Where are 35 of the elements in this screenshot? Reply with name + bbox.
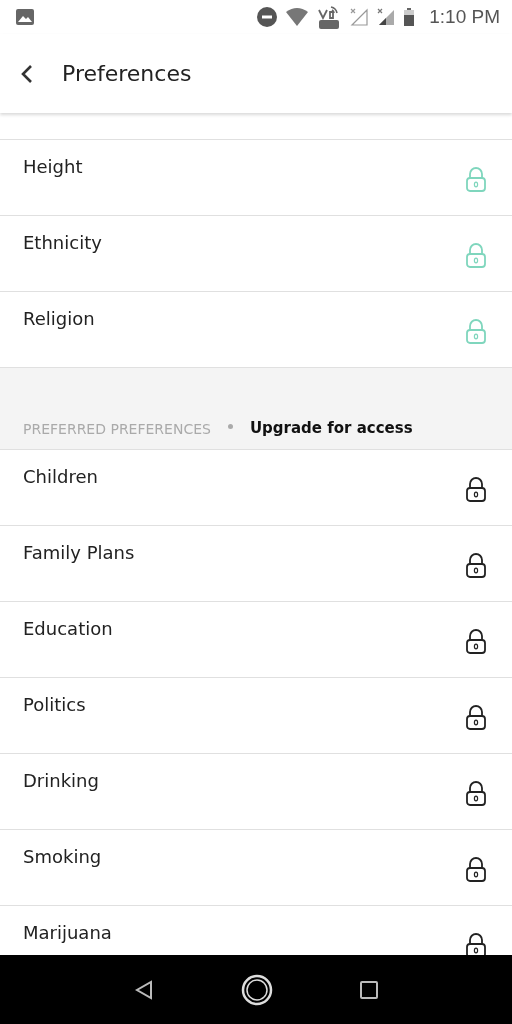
separator-dot <box>227 424 233 429</box>
preference-row[interactable]: Family Plans <box>0 526 512 602</box>
back-nav-icon[interactable] <box>133 978 155 1001</box>
screen-title: Preferences <box>62 61 192 86</box>
recents-nav-icon[interactable] <box>359 979 379 1000</box>
wifi-icon <box>286 8 309 26</box>
row-label: Drinking <box>23 770 99 793</box>
row-label: Religion <box>23 308 95 331</box>
no-signal-icon <box>350 8 369 26</box>
row-label: Marijuana <box>23 922 112 945</box>
home-nav-icon[interactable] <box>241 973 273 1006</box>
row-label: Height <box>23 156 83 179</box>
row-label: Family Plans <box>23 542 135 565</box>
row-label: Children <box>23 466 98 489</box>
row-label: Smoking <box>23 846 102 869</box>
preference-row[interactable]: Politics <box>0 678 512 754</box>
preference-row[interactable]: Drinking <box>0 754 512 830</box>
preference-row[interactable]: Education <box>0 602 512 678</box>
upgrade-link[interactable]: Upgrade for access <box>249 419 413 437</box>
do-not-disturb-icon <box>257 7 278 27</box>
preference-row[interactable]: Ethnicity <box>0 216 512 292</box>
preference-row[interactable]: Marijuana <box>0 906 512 955</box>
signal-icon <box>377 8 396 26</box>
section-header: PREFERRED PREFERENCES <box>23 421 211 437</box>
preference-row[interactable]: Children <box>0 450 512 526</box>
image-icon <box>16 9 34 25</box>
back-icon[interactable] <box>20 62 34 85</box>
row-label: Education <box>23 618 113 641</box>
clock-time: 1:10 PM <box>429 6 500 28</box>
preference-row[interactable]: Smoking <box>0 830 512 906</box>
preference-row[interactable]: Height <box>0 140 512 216</box>
preference-row[interactable]: Religion <box>0 292 512 367</box>
row-label: Ethnicity <box>23 232 102 255</box>
battery-icon <box>404 8 415 26</box>
row-label: Politics <box>23 694 86 717</box>
